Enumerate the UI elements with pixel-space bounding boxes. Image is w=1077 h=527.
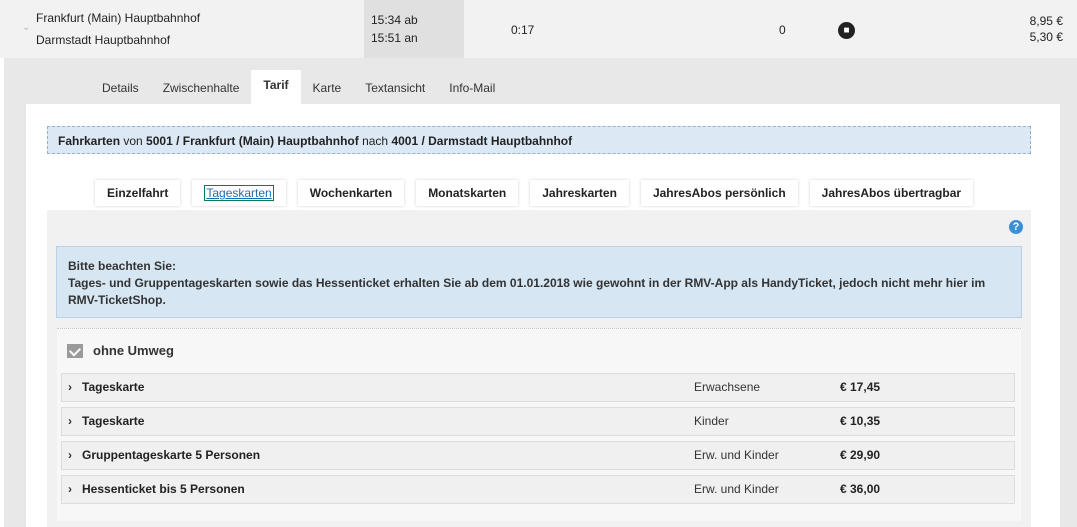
tab-karte[interactable]: Karte: [301, 70, 354, 104]
tab-textansicht[interactable]: Textansicht: [353, 70, 437, 104]
notice-text: Tages- und Gruppentageskarten sowie das …: [68, 276, 986, 307]
ticket-row[interactable]: › Hessenticket bis 5 Personen Erw. und K…: [61, 475, 1015, 504]
ticket-passenger: Kinder: [694, 414, 729, 428]
ticket-price: € 29,90: [840, 448, 881, 462]
connection-row[interactable]: ⌄ Frankfurt (Main) Hauptbahnhof Darmstad…: [0, 0, 1077, 58]
banner-to: 4001 / Darmstadt Hauptbahnhof: [391, 134, 573, 148]
chevron-right-icon: ›: [68, 414, 72, 428]
ticket-name: Tageskarte: [82, 414, 145, 428]
banner-from: 5001 / Frankfurt (Main) Hauptbahnhof: [146, 134, 359, 148]
banner-prefix: Fahrkarten: [58, 134, 121, 148]
tab-zwischenhalte[interactable]: Zwischenhalte: [151, 70, 252, 104]
from-station: Frankfurt (Main) Hauptbahnhof: [36, 11, 201, 25]
subtab-jahresabos-uebertragbar[interactable]: JahresAbos übertragbar: [809, 180, 974, 206]
to-station: Darmstadt Hauptbahnhof: [36, 33, 171, 47]
arrival-time: 15:51 an: [371, 31, 418, 45]
tab-tarif[interactable]: Tarif: [251, 70, 301, 104]
tarif-content: Fahrkarten von 5001 / Frankfurt (Main) H…: [26, 104, 1060, 527]
ticket-type-tabs: Einzelfahrt Tageskarten Wochenkarten Mon…: [95, 180, 974, 206]
chevron-right-icon: ›: [68, 448, 72, 462]
help-icon[interactable]: ?: [1009, 220, 1023, 234]
tab-details[interactable]: Details: [90, 70, 151, 104]
ticket-passenger: Erwachsene: [694, 380, 761, 394]
ticket-panel: ? Bitte beachten Sie: Tages- und Gruppen…: [47, 210, 1031, 527]
ticket-passenger: Erw. und Kinder: [694, 448, 779, 462]
subtab-jahresabos-persoenlich[interactable]: JahresAbos persönlich: [640, 180, 798, 206]
price-child: 5,30 €: [1029, 30, 1063, 44]
notice-box: Bitte beachten Sie: Tages- und Gruppenta…: [56, 246, 1022, 318]
section-title-text: ohne Umweg: [93, 343, 174, 358]
ticket-price: € 36,00: [840, 482, 881, 496]
banner-von: von: [120, 134, 147, 148]
subtab-tageskarten[interactable]: Tageskarten: [192, 180, 286, 206]
duration: 0:17: [511, 23, 535, 37]
route-section: ohne Umweg › Tageskarte Erwachsene € 17,…: [57, 328, 1021, 521]
envelope-check-icon: [67, 343, 83, 358]
price-adult: 8,95 €: [1029, 14, 1063, 28]
detail-panel: Details Zwischenhalte Tarif Karte Textan…: [4, 58, 1077, 527]
ticket-row[interactable]: › Gruppentageskarte 5 Personen Erw. und …: [61, 441, 1015, 470]
ticket-name: Gruppentageskarte 5 Personen: [82, 448, 261, 462]
ticket-passenger: Erw. und Kinder: [694, 482, 779, 496]
ticket-name: Tageskarte: [82, 380, 145, 394]
tab-info-mail[interactable]: Info-Mail: [437, 70, 507, 104]
ticket-name: Hessenticket bis 5 Personen: [82, 482, 245, 496]
detail-tabs: Details Zwischenhalte Tarif Karte Textan…: [90, 70, 507, 104]
ticket-row[interactable]: › Tageskarte Erwachsene € 17,45: [61, 373, 1015, 402]
banner-nach: nach: [358, 134, 392, 148]
fare-banner: Fahrkarten von 5001 / Frankfurt (Main) H…: [47, 126, 1031, 154]
section-title: ohne Umweg: [67, 343, 174, 359]
subtab-jahreskarten[interactable]: Jahreskarten: [530, 180, 629, 206]
ticket-price: € 10,35: [840, 414, 881, 428]
train-icon: ■: [838, 22, 855, 39]
ticket-row[interactable]: › Tageskarte Kinder € 10,35: [61, 407, 1015, 436]
subtab-tageskarten-label: Tageskarten: [204, 185, 274, 201]
ticket-price: € 17,45: [840, 380, 881, 394]
changes-count: 0: [779, 23, 786, 37]
connection-times: 15:34 ab 15:51 an: [364, 0, 464, 58]
chevron-right-icon: ›: [68, 482, 72, 496]
departure-time: 15:34 ab: [371, 13, 418, 27]
connection-stations: Frankfurt (Main) Hauptbahnhof Darmstadt …: [36, 10, 200, 54]
subtab-einzelfahrt[interactable]: Einzelfahrt: [95, 180, 181, 206]
subtab-monatskarten[interactable]: Monatskarten: [416, 180, 519, 206]
chevron-right-icon: ›: [68, 380, 72, 394]
subtab-wochenkarten[interactable]: Wochenkarten: [297, 180, 405, 206]
connection-prices: 8,95 € 5,30 €: [1030, 13, 1063, 45]
notice-title: Bitte beachten Sie:: [68, 259, 177, 273]
chevron-down-icon[interactable]: ⌄: [22, 22, 30, 33]
